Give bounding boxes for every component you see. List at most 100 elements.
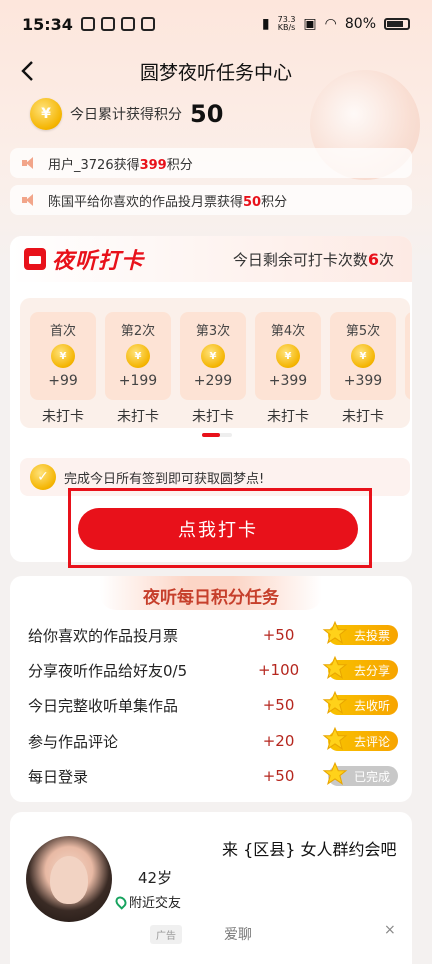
ad-age: 42岁 [138,869,173,887]
day-title: 首次 [49,324,76,339]
day-title: 第5次 [345,324,381,339]
ad-location: 附近交友 [113,892,182,911]
ticker-item: 陈国平给你喜欢的作品投月票获得50积分 [10,185,412,215]
task-action-button[interactable]: 去收听 [322,690,398,715]
day-status: 未打卡 [267,409,309,425]
sim-icon: ▣ [303,16,317,32]
ticker-text: 用户_3726获得399积分 [48,157,193,173]
task-points: +20 [262,732,295,750]
checkin-tip-text: 完成今日所有签到即可获取圆梦点! [64,471,265,487]
day-status: 未打卡 [192,409,234,425]
task-action-button[interactable]: 去投票 [322,620,398,645]
task-name: 参与作品评论 [28,732,119,751]
day-title: 第3次 [195,324,231,339]
day-title: 第2次 [120,324,156,339]
ad-title: 来 {区县} 女人群约会吧 [222,840,397,859]
coin-icon: ¥ [30,98,62,130]
task-completed-button: 已完成 [322,761,398,786]
ad-tag: 广告 [150,925,182,944]
checkin-day-card[interactable]: 第3次 ¥ +299 [180,312,246,400]
checkin-button[interactable]: 点我打卡 [78,508,358,550]
day-status: 未 [405,406,410,426]
header: 圆梦夜听任务中心 [0,50,432,92]
task-row: 分享夜听作品给好友0/5 +100 去分享 [28,653,398,687]
ad-app-name: 爱聊 [224,927,252,943]
wifi-icon: ◠ [324,16,337,32]
checkin-day-card[interactable]: 第2次 ¥ +199 [105,312,171,400]
message-icon [80,17,95,31]
star-icon [322,690,348,715]
network-rate: 73.3 KB/s [278,16,296,32]
location-pin-icon [113,893,129,910]
task-row: 参与作品评论 +20 去评论 [28,724,398,758]
avatar-face [50,856,88,904]
day-title: 第4次 [270,324,306,339]
task-name: 今日完整收听单集作品 [28,696,179,715]
chevron-left-icon [21,61,33,81]
remaining-checkins: 今日剩余可打卡次数6次 [232,250,394,269]
star-icon [322,620,348,645]
ticker-item: 用户_3726获得399积分 [10,148,412,178]
checkin-logo: 夜听打卡 [24,243,144,275]
coin-icon: ¥ [201,344,225,368]
battery-percent: 80% [344,16,376,32]
task-points: +50 [262,767,295,785]
star-icon [322,761,348,786]
photo-icon [140,17,155,31]
day-status: 未打卡 [117,409,159,425]
ticker-text: 陈国平给你喜欢的作品投月票获得50积分 [48,194,288,210]
task-action-button[interactable]: 去评论 [322,726,398,751]
checkin-days-scroller[interactable]: 首次 ¥ +99 未打卡 第2次 ¥ +199 未打卡 第3次 ¥ +299 未… [20,298,410,428]
checkin-day-card[interactable]: 第 [405,312,410,400]
coin-icon: ¥ [126,344,150,368]
back-button[interactable] [14,58,40,84]
calendar-icon [24,248,46,270]
speaker-icon [22,157,38,169]
page-title: 圆梦夜听任务中心 [139,61,292,84]
ad-card[interactable]: 来 {区县} 女人群约会吧 42岁 附近交友 广告 爱聊 × [10,812,412,964]
checkin-day-card[interactable]: 第4次 ¥ +399 [255,312,321,400]
day-points: +399 [343,373,383,389]
checkin-logo-text: 夜听打卡 [52,248,145,274]
checkin-day-card[interactable]: 首次 ¥ +99 [30,312,96,400]
coin-icon: ¥ [276,344,300,368]
day-points: +199 [118,373,158,389]
today-points: ¥ 今日累计获得积分 50 [30,96,223,132]
check-coin-icon: ✓ [30,464,56,490]
net-rate-unit: KB/s [277,23,296,32]
points-value: 50 [190,100,224,128]
task-name: 每日登录 [28,767,89,786]
day-status: 未打卡 [342,409,384,425]
day-points: +99 [48,373,78,389]
daily-tasks-card: 夜听每日积分任务 给你喜欢的作品投月票 +50 去投票 分享夜听作品给好友0/5… [10,576,412,802]
task-row: 每日登录 +50 已完成 [28,759,398,793]
points-label: 今日累计获得积分 [70,107,182,123]
task-points: +100 [257,661,300,679]
tiktok-icon [120,17,135,31]
ad-close-button[interactable]: × [384,922,396,938]
status-time: 15:34 [22,14,73,34]
avatar [26,836,112,922]
vibrate-icon: ▮ [261,16,270,32]
day-points: +399 [268,373,308,389]
status-notification-icons [80,17,155,31]
checkin-day-card[interactable]: 第5次 ¥ +399 [330,312,396,400]
coin-icon: ¥ [51,344,75,368]
task-row: 今日完整收听单集作品 +50 去收听 [28,688,398,722]
task-points: +50 [262,696,295,714]
scroll-indicator [202,433,232,437]
day-points: +299 [193,373,233,389]
task-name: 给你喜欢的作品投月票 [28,626,179,645]
checkin-header: 夜听打卡 今日剩余可打卡次数6次 [10,236,412,282]
coin-icon: ¥ [351,344,375,368]
speaker-icon [22,194,38,206]
star-icon [322,655,348,680]
star-icon [322,726,348,751]
ad-location-text: 附近交友 [129,896,182,911]
status-right: ▮ 73.3 KB/s ▣ ◠ 80% [262,16,410,32]
tasks-title: 夜听每日积分任务 [143,588,279,608]
task-points: +50 [262,626,295,644]
status-bar: 15:34 ▮ 73.3 KB/s ▣ ◠ 80% [0,0,432,48]
task-action-button[interactable]: 去分享 [322,655,398,680]
app-icon [100,17,115,31]
